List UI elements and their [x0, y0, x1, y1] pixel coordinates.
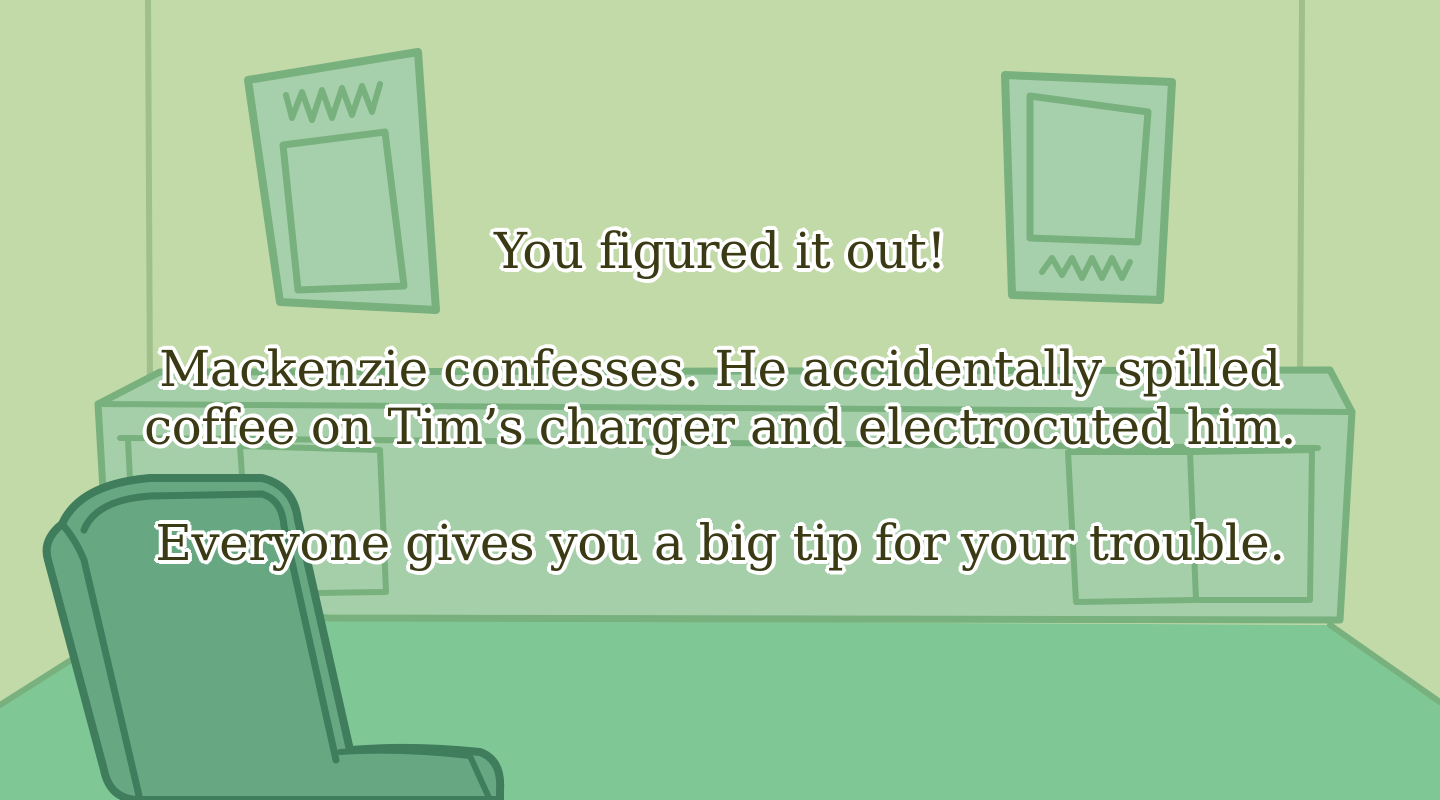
- left-wall-corner: [145, 0, 153, 393]
- room-scene: [0, 0, 1440, 800]
- left-poster: [244, 48, 440, 314]
- right-poster: [1001, 71, 1176, 304]
- room-background: [0, 0, 1440, 800]
- right-wall-corner: [1297, 0, 1305, 383]
